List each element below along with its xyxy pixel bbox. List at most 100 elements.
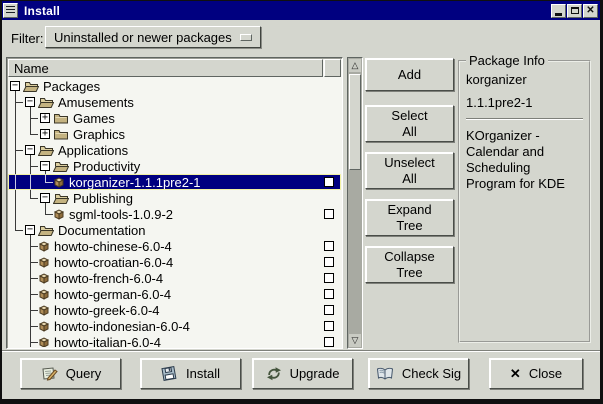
collapse-expander-icon[interactable]: −	[25, 225, 35, 235]
close-window-button[interactable]: ✕	[583, 4, 598, 18]
unselect-all-button[interactable]: Unselect All	[365, 152, 454, 189]
package-icon	[38, 304, 50, 316]
filter-label: Filter:	[11, 31, 44, 46]
package-checkbox[interactable]	[324, 177, 334, 187]
expand-tree-button[interactable]: Expand Tree	[365, 199, 454, 236]
tree-row[interactable]: howto-greek-6.0-4	[8, 302, 341, 318]
tree-row[interactable]: korganizer-1.1.1pre2-1	[8, 174, 341, 190]
tree-row[interactable]: −Documentation	[8, 222, 341, 238]
minimize-button[interactable]	[551, 4, 566, 18]
install-window: Install ✕ Filter: Uninstalled or newer p…	[0, 0, 603, 404]
query-note-icon	[40, 366, 58, 382]
tree-header-checkbox-column[interactable]	[324, 59, 341, 77]
collapse-expander-icon[interactable]: −	[40, 193, 50, 203]
folder-closed-icon	[53, 112, 69, 124]
tree-row[interactable]: howto-german-6.0-4	[8, 286, 341, 302]
maximize-button[interactable]	[567, 4, 582, 18]
tree-row[interactable]: howto-french-6.0-4	[8, 270, 341, 286]
add-button[interactable]: Add	[365, 58, 454, 91]
collapse-expander-icon[interactable]: −	[25, 145, 35, 155]
maximize-icon	[571, 7, 579, 14]
tree-row[interactable]: howto-chinese-6.0-4	[8, 238, 341, 254]
tree-item-label: howto-greek-6.0-4	[54, 303, 160, 318]
tree-item-label: howto-indonesian-6.0-4	[54, 319, 190, 334]
tree-row[interactable]: +Games	[8, 110, 341, 126]
tree-item-label: sgml-tools-1.0.9-2	[69, 207, 173, 222]
tree-item-label: Publishing	[73, 191, 133, 206]
package-info-separator	[466, 118, 583, 120]
package-icon	[53, 208, 65, 220]
install-button[interactable]: Install	[140, 358, 241, 389]
package-checkbox[interactable]	[324, 289, 334, 299]
package-info-title: Package Info	[466, 53, 548, 68]
check-sig-button[interactable]: Check Sig	[368, 358, 469, 389]
package-checkbox[interactable]	[324, 241, 334, 251]
tree-header-name[interactable]: Name	[8, 59, 323, 77]
open-book-icon	[376, 367, 394, 381]
package-info-frame: Package Info korganizer 1.1.1pre2-1 KOrg…	[458, 60, 591, 343]
package-icon	[38, 336, 50, 347]
option-menu-indicator-icon	[240, 34, 252, 41]
folder-open-icon	[38, 144, 54, 156]
folder-open-icon	[38, 224, 54, 236]
window-menu-button[interactable]	[3, 3, 18, 18]
tree-vertical-scrollbar[interactable]: △ ▽	[347, 57, 363, 349]
filter-selected-value: Uninstalled or newer packages	[54, 30, 236, 45]
install-button-label: Install	[186, 366, 220, 381]
tree-rows: −Packages−Amusements+Games+Graphics−Appl…	[8, 78, 341, 347]
tree-row[interactable]: − Applications	[8, 142, 341, 158]
collapse-expander-icon[interactable]: −	[40, 161, 50, 171]
collapse-expander-icon[interactable]: −	[10, 81, 20, 91]
tree-row[interactable]: −Packages	[8, 78, 341, 94]
tree-item-label: Graphics	[73, 127, 125, 142]
package-checkbox[interactable]	[324, 209, 334, 219]
tree-item-label: howto-italian-6.0-4	[54, 335, 161, 348]
close-button[interactable]: ✕ Close	[489, 358, 583, 389]
close-icon: ✕	[586, 6, 594, 16]
refresh-arrows-icon	[266, 366, 282, 381]
package-tree[interactable]: Name −Packages−Amusements+Games+Graphics…	[6, 57, 343, 349]
expand-expander-icon[interactable]: +	[40, 113, 50, 123]
folder-open-icon	[38, 96, 54, 108]
scroll-up-icon[interactable]: △	[349, 59, 361, 72]
expand-expander-icon[interactable]: +	[40, 129, 50, 139]
select-all-button[interactable]: Select All	[365, 105, 454, 142]
query-button-label: Query	[66, 366, 101, 381]
tree-item-label: Productivity	[73, 159, 140, 174]
folder-open-icon	[53, 160, 69, 172]
query-button[interactable]: Query	[20, 358, 121, 389]
package-description: KOrganizer - Calendar and Scheduling Pro…	[466, 128, 583, 192]
package-checkbox[interactable]	[324, 337, 334, 347]
package-icon	[38, 240, 50, 252]
tree-row[interactable]: + Graphics	[8, 126, 341, 142]
package-checkbox[interactable]	[324, 305, 334, 315]
folder-open-icon	[53, 192, 69, 204]
collapse-tree-button[interactable]: Collapse Tree	[365, 246, 454, 283]
package-checkbox[interactable]	[324, 257, 334, 267]
tree-row[interactable]: − Productivity	[8, 158, 341, 174]
package-icon	[38, 320, 50, 332]
package-checkbox[interactable]	[324, 273, 334, 283]
tree-row[interactable]: sgml-tools-1.0.9-2	[8, 206, 341, 222]
tree-item-label: korganizer-1.1.1pre2-1	[69, 175, 201, 190]
tree-item-label: howto-german-6.0-4	[54, 287, 171, 302]
tree-row[interactable]: howto-indonesian-6.0-4	[8, 318, 341, 334]
scrollbar-thumb[interactable]	[349, 74, 361, 170]
tree-row[interactable]: −Amusements	[8, 94, 341, 110]
filter-option-menu[interactable]: Uninstalled or newer packages	[45, 26, 261, 48]
tree-item-label: howto-chinese-6.0-4	[54, 239, 172, 254]
package-checkbox[interactable]	[324, 321, 334, 331]
package-name: korganizer	[466, 72, 583, 87]
tree-row[interactable]: howto-italian-6.0-4	[8, 334, 341, 347]
package-icon	[38, 288, 50, 300]
tree-row[interactable]: howto-croatian-6.0-4	[8, 254, 341, 270]
collapse-expander-icon[interactable]: −	[25, 97, 35, 107]
scroll-down-icon[interactable]: ▽	[349, 334, 361, 347]
upgrade-button[interactable]: Upgrade	[252, 358, 353, 389]
folder-open-icon	[23, 80, 39, 92]
package-icon	[38, 256, 50, 268]
titlebar[interactable]: Install ✕	[2, 1, 600, 20]
bottom-separator	[2, 350, 600, 352]
tree-item-label: Applications	[58, 143, 128, 158]
tree-row[interactable]: − Publishing	[8, 190, 341, 206]
